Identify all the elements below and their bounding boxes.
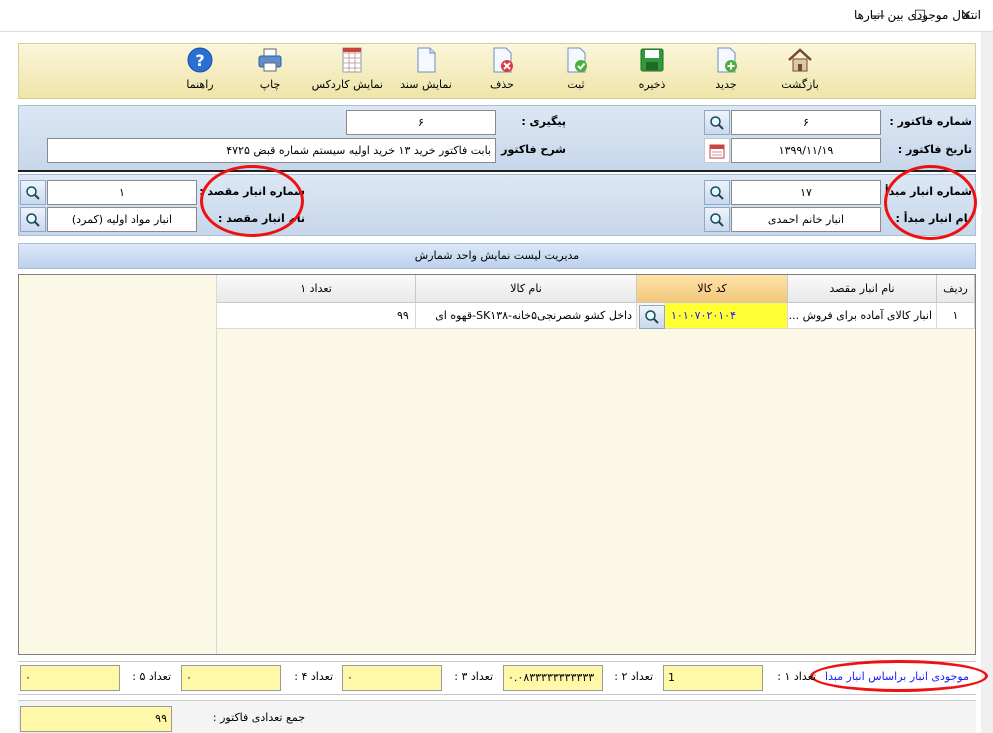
search-icon xyxy=(26,185,40,200)
invoice-number-field[interactable]: ۶ xyxy=(731,110,881,135)
qty3-label: تعداد ۳ : xyxy=(454,670,493,683)
cell-item-name[interactable]: داخل کشو شصرنجی۵خانه-SK۱۳۸-قهوه ای xyxy=(416,303,637,329)
register-button[interactable]: ثبت xyxy=(545,46,607,98)
printer-icon xyxy=(256,46,284,74)
source-warehouse-name-field[interactable]: انبار خانم احمدی xyxy=(731,207,881,232)
invoice-date-label: تاریخ فاکتور : xyxy=(897,143,972,156)
source-warehouse-number-label: شماره انبار مبدأ : xyxy=(876,185,972,198)
cell-row-number[interactable]: ۱ xyxy=(937,303,975,329)
svg-text:?: ? xyxy=(195,51,204,70)
source-warehouse-name-label: نام انبار مبدأ : xyxy=(895,212,973,225)
table-icon xyxy=(338,46,366,74)
show-doc-label: نمایش سند xyxy=(400,78,452,91)
checkmark-icon xyxy=(562,46,590,74)
save-icon xyxy=(638,46,666,74)
cell-qty1[interactable]: ۹۹ xyxy=(217,303,416,329)
save-button[interactable]: ذخیره xyxy=(621,46,683,98)
search-icon xyxy=(26,212,40,227)
qty1-label: تعداد ۱ : xyxy=(777,670,816,683)
show-cardex-label: نمایش کاردکس xyxy=(311,78,383,91)
home-icon xyxy=(786,46,814,74)
source-warehouse-number-field[interactable]: ۱۷ xyxy=(731,180,881,205)
add-document-icon xyxy=(712,46,740,74)
new-button[interactable]: جدید xyxy=(695,46,757,98)
minimize-button[interactable]: — xyxy=(855,0,901,32)
column-header-item-code[interactable]: کد کالا xyxy=(637,275,788,303)
dest-warehouse-name-label: نام انبار مقصد : xyxy=(218,212,305,225)
followup-field[interactable]: ۶ xyxy=(346,110,496,135)
search-icon xyxy=(710,115,724,130)
cell-item-code[interactable]: ۱۰۱۰۷۰۲۰۱۰۴ xyxy=(665,303,788,329)
qty1-field[interactable]: 1 xyxy=(663,665,763,691)
source-number-search-button[interactable] xyxy=(704,180,730,205)
calendar-icon xyxy=(709,144,725,158)
help-button[interactable]: ? راهنما xyxy=(169,46,231,98)
save-label: ذخیره xyxy=(638,78,666,91)
column-header-qty1[interactable]: تعداد ۱ xyxy=(217,275,416,303)
qty4-label: تعداد ۴ : xyxy=(294,670,333,683)
grid-empty-area xyxy=(19,275,217,654)
qty3-field[interactable]: ۰ xyxy=(342,665,442,691)
total-quantity-field[interactable]: ۹۹ xyxy=(20,706,172,732)
show-doc-button[interactable]: نمایش سند xyxy=(395,46,457,98)
display-unit-management-bar[interactable]: مدیریت لیست نمایش واحد شمارش xyxy=(18,243,976,269)
source-name-search-button[interactable] xyxy=(704,207,730,232)
description-label: شرح فاکتور : xyxy=(492,143,566,156)
cell-dest-warehouse[interactable]: انبار کالای آماده برای فروش ... xyxy=(788,303,937,329)
column-header-row[interactable]: ردیف xyxy=(937,275,975,303)
search-icon xyxy=(710,185,724,200)
invoice-number-label: شماره فاکتور : xyxy=(889,115,972,128)
back-button[interactable]: بازگشت xyxy=(769,46,831,98)
invoice-search-button[interactable] xyxy=(704,110,730,135)
dest-warehouse-number-label: شماره انبار مقصد : xyxy=(199,185,305,198)
total-quantity-label: جمع تعدادی فاکتور : xyxy=(212,711,305,724)
column-header-item-name[interactable]: نام کالا xyxy=(416,275,637,303)
new-label: جدید xyxy=(715,78,737,91)
toolbar: ? راهنما چاپ نمایش کاردکس نمایش سند حذف … xyxy=(18,43,976,99)
qty5-field[interactable]: ۰ xyxy=(20,665,120,691)
vertical-scrollbar[interactable] xyxy=(981,32,993,733)
back-label: بازگشت xyxy=(781,78,819,91)
qty2-label: تعداد ۲ : xyxy=(614,670,653,683)
document-icon xyxy=(412,46,440,74)
item-search-button[interactable] xyxy=(639,305,665,329)
search-icon xyxy=(645,310,659,324)
qty4-field[interactable]: ۰ xyxy=(181,665,281,691)
delete-button[interactable]: حذف xyxy=(471,46,533,98)
print-button[interactable]: چاپ xyxy=(239,46,301,98)
section-divider xyxy=(18,170,976,172)
dest-warehouse-name-field[interactable]: انبار مواد اولیه (کمرد) xyxy=(47,207,197,232)
invoice-date-field[interactable]: ۱۳۹۹/۱۱/۱۹ xyxy=(731,138,881,163)
dest-warehouse-number-field[interactable]: ۱ xyxy=(47,180,197,205)
close-button[interactable]: ✕ xyxy=(943,0,989,32)
stock-by-source-link[interactable]: موجودی انبار براساس انبار مبدا xyxy=(825,670,969,683)
delete-label: حذف xyxy=(490,78,514,91)
title-bar: انتقال موجودی بین انبارها — ☐ ✕ xyxy=(0,0,993,32)
followup-label: پیگیری : xyxy=(521,115,566,128)
help-icon: ? xyxy=(186,46,214,74)
column-header-dest-warehouse[interactable]: نام انبار مقصد xyxy=(788,275,937,303)
show-cardex-button[interactable]: نمایش کاردکس xyxy=(311,46,383,98)
search-icon xyxy=(710,212,724,227)
delete-icon xyxy=(488,46,516,74)
dest-name-search-button[interactable] xyxy=(20,207,46,232)
help-label: راهنما xyxy=(186,78,214,91)
dest-number-search-button[interactable] xyxy=(20,180,46,205)
qty2-field[interactable]: ۰.۰۸۳۳۳۳۳۳۳۳۳۳۳ xyxy=(503,665,603,691)
calendar-button[interactable] xyxy=(704,138,730,163)
description-field[interactable]: بابت فاکتور خرید ۱۳ خرید اولیه سیستم شما… xyxy=(47,138,496,163)
print-label: چاپ xyxy=(259,78,281,91)
register-label: ثبت xyxy=(567,78,585,91)
maximize-button[interactable]: ☐ xyxy=(897,0,943,32)
items-grid: تعداد ۱ نام کالا کد کالا نام انبار مقصد … xyxy=(18,274,976,655)
qty5-label: تعداد ۵ : xyxy=(132,670,171,683)
